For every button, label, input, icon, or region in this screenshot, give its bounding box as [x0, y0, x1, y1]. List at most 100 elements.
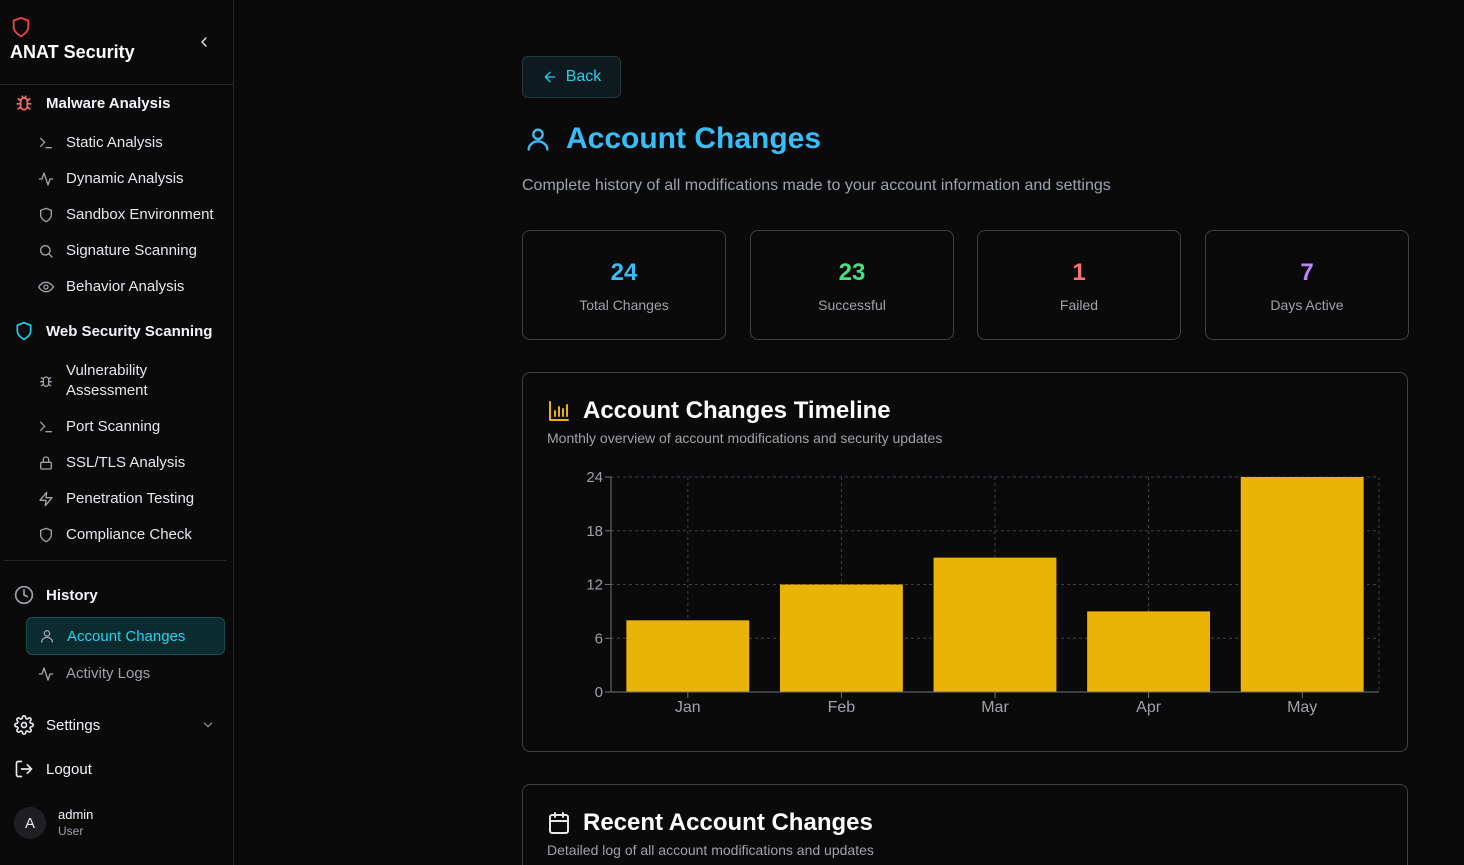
sidebar-item-port-scanning[interactable]: Port Scanning: [36, 417, 224, 437]
y-tick-label: 24: [586, 469, 603, 486]
stat-value: 23: [838, 259, 866, 286]
user-name: admin: [58, 807, 94, 822]
sidebar-item-label: Activity Logs: [66, 665, 151, 682]
sidebar-item-label: SSL/TLS Analysis: [66, 454, 186, 471]
stat-days-active: 7 Days Active: [1205, 230, 1409, 340]
y-tick-label: 12: [586, 577, 603, 594]
sidebar-item-label: Penetration Testing: [66, 490, 195, 507]
calendar-icon: [549, 812, 569, 834]
shield-logo-icon: [12, 16, 30, 38]
stat-label: Days Active: [1270, 297, 1344, 313]
terminal-icon: [40, 137, 52, 149]
recent-card-header: Recent Account Changes: [547, 809, 873, 837]
section-label: History: [46, 586, 98, 604]
stat-failed: 1 Failed: [977, 230, 1181, 340]
sidebar-item-sandbox-environment[interactable]: Sandbox Environment: [36, 205, 224, 225]
x-tick-label: Feb: [828, 699, 856, 716]
sidebar-item-label: Dynamic Analysis: [66, 170, 184, 187]
stat-value: 7: [1300, 259, 1314, 286]
stat-label: Successful: [818, 297, 886, 313]
sidebar-item-label: Sandbox Environment: [66, 206, 214, 223]
sidebar-item-label: Static Analysis: [66, 134, 163, 151]
timeline-card: Account Changes Timeline Monthly overvie…: [522, 372, 1408, 752]
section-label: Web Security Scanning: [46, 322, 213, 340]
user-icon: [527, 128, 549, 151]
divider: [0, 84, 233, 85]
shield-icon: [40, 207, 52, 223]
section-settings[interactable]: Settings: [12, 711, 226, 739]
section-label: Logout: [46, 760, 92, 778]
eye-icon: [38, 281, 54, 293]
avatar: A: [14, 807, 46, 839]
chart-bar: [779, 584, 903, 692]
back-label: Back: [565, 68, 602, 85]
sidebar-item-penetration-testing[interactable]: Penetration Testing: [36, 489, 224, 509]
lock-icon: [40, 456, 52, 470]
gear-icon: [14, 715, 34, 735]
chart-bar: [626, 620, 750, 692]
section-malware-analysis[interactable]: Malware Analysis: [12, 89, 226, 117]
x-tick-label: Mar: [981, 699, 1009, 716]
chart-bar: [1240, 477, 1364, 692]
app-name: ANAT Security: [10, 42, 135, 62]
section-history[interactable]: History: [12, 581, 226, 609]
chevron-down-icon: [203, 722, 213, 728]
activity-icon: [38, 172, 54, 186]
back-button[interactable]: Back: [522, 56, 621, 98]
sidebar-item-label: Account Changes: [67, 627, 186, 645]
sidebar-item-vulnerability-assessment[interactable]: Vulnerability Assessment: [36, 361, 224, 401]
sidebar-item-label: Behavior Analysis: [66, 278, 185, 295]
bug-icon: [40, 376, 52, 387]
sidebar-item-compliance-check[interactable]: Compliance Check: [36, 525, 224, 545]
x-tick-label: May: [1287, 699, 1317, 716]
user-profile[interactable]: A admin User: [14, 807, 93, 839]
search-icon: [40, 245, 53, 258]
sidebar-item-label: Vulnerability Assessment: [66, 362, 148, 399]
y-tick-label: 6: [595, 630, 603, 647]
stat-value: 1: [1072, 259, 1086, 286]
sidebar-item-ssl-tls-analysis[interactable]: SSL/TLS Analysis: [36, 453, 224, 473]
sidebar-item-account-changes[interactable]: Account Changes: [26, 617, 225, 655]
page-subtitle: Complete history of all modifications ma…: [522, 177, 1111, 194]
page-title: Account Changes: [524, 122, 821, 156]
timeline-title: Account Changes Timeline: [583, 397, 891, 424]
stat-value: 24: [610, 259, 638, 286]
section-web-security-scanning[interactable]: Web Security Scanning: [12, 317, 226, 345]
sidebar-item-activity-logs[interactable]: Activity Logs: [36, 664, 224, 684]
sidebar-item-static-analysis[interactable]: Static Analysis: [36, 133, 224, 153]
y-tick-label: 0: [595, 684, 603, 701]
timeline-bar-chart: 0 6 12 18 24 Jan Feb Mar Apr May: [586, 469, 1380, 716]
sidebar-item-label: Signature Scanning: [66, 242, 197, 259]
logout-icon: [15, 760, 33, 778]
sidebar-item-label: Port Scanning: [66, 418, 161, 435]
bar-chart-icon: [549, 401, 569, 421]
zap-icon: [39, 491, 53, 507]
stat-label: Failed: [1059, 297, 1099, 313]
shield-icon: [40, 527, 52, 543]
y-tick-label: 18: [586, 523, 603, 540]
sidebar: ANAT Security Malware Analysis Static An…: [0, 0, 234, 865]
bug-icon: [16, 95, 32, 111]
arrow-left-icon: [544, 71, 556, 83]
recent-title: Recent Account Changes: [583, 809, 873, 836]
logout-button[interactable]: Logout: [12, 755, 226, 783]
sidebar-item-dynamic-analysis[interactable]: Dynamic Analysis: [36, 169, 224, 189]
timeline-card-header: Account Changes Timeline: [547, 397, 891, 425]
collapse-sidebar-button[interactable]: [194, 32, 214, 52]
page-title-text: Account Changes: [566, 122, 822, 155]
stat-total-changes: 24 Total Changes: [522, 230, 726, 340]
sidebar-item-signature-scanning[interactable]: Signature Scanning: [36, 241, 224, 261]
sidebar-item-behavior-analysis[interactable]: Behavior Analysis: [36, 277, 224, 297]
sidebar-item-label: Compliance Check: [66, 526, 192, 543]
activity-icon: [38, 667, 54, 681]
user-icon: [41, 630, 53, 643]
recent-changes-card: Recent Account Changes Detailed log of a…: [522, 784, 1408, 865]
stat-successful: 23 Successful: [750, 230, 954, 340]
stat-label: Total Changes: [579, 297, 669, 313]
user-role: User: [58, 824, 84, 838]
divider: [4, 560, 226, 561]
x-tick-label: Apr: [1136, 699, 1162, 716]
section-label: Malware Analysis: [46, 94, 171, 112]
recent-subtitle: Detailed log of all account modification…: [547, 842, 874, 858]
chevron-left-icon: [201, 37, 207, 47]
